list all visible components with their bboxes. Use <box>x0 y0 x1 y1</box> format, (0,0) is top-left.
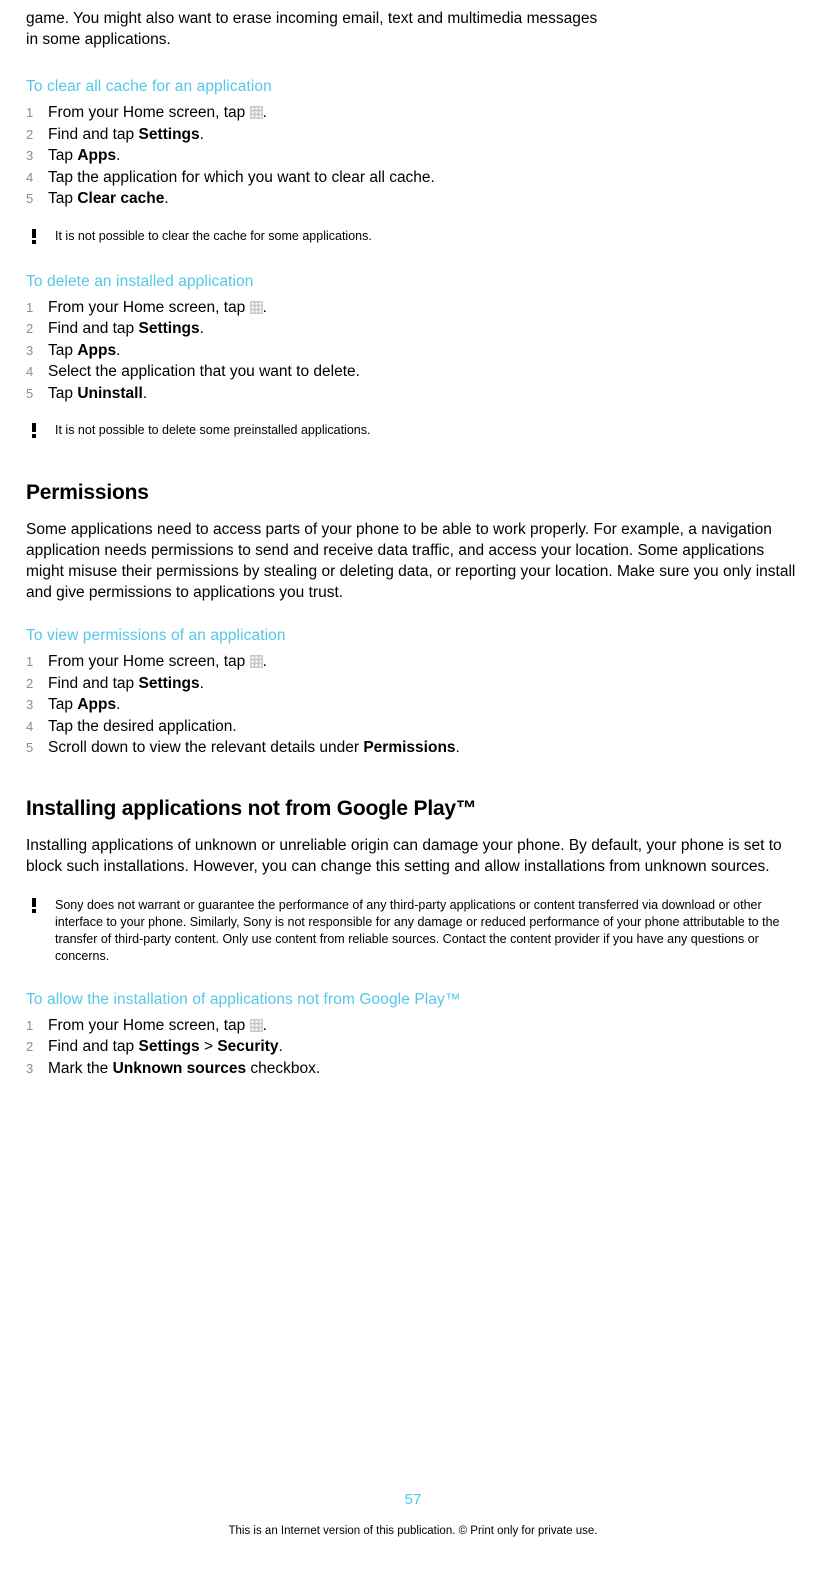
ui-label: Clear cache <box>77 190 165 207</box>
step-text: Find and tap Settings > Security. <box>48 1038 283 1055</box>
list-item: 1 From your Home screen, tap . <box>26 297 800 319</box>
list-item: 2 Find and tap Settings. <box>26 124 800 146</box>
task-heading-view-permissions: To view permissions of an application <box>26 627 286 644</box>
step-number: 5 <box>26 740 34 755</box>
step-text: From your Home screen, tap . <box>48 298 267 316</box>
apps-grid-icon <box>249 653 263 668</box>
list-item: 5 Tap Uninstall. <box>26 383 800 405</box>
steps-delete-app: 1 From your Home screen, tap . 2 Find and … <box>26 297 800 405</box>
apps-grid-icon <box>249 1017 263 1032</box>
list-item: 5 Scroll down to view the relevant detail… <box>26 737 800 759</box>
step-text: Tap Uninstall. <box>48 384 148 402</box>
ui-label: Permissions <box>363 739 456 756</box>
step-text: Find and tap Settings. <box>48 320 204 337</box>
note-delete-app: It is not possible to delete some preins… <box>26 422 800 439</box>
step-number: 3 <box>26 697 34 712</box>
ui-label: Settings <box>138 1038 200 1055</box>
ui-label: Apps <box>77 696 117 713</box>
intro-line-1: game. You might also want to erase incom… <box>26 10 598 27</box>
ui-label: Settings <box>138 125 200 143</box>
step-text: Tap Clear cache. <box>48 190 169 207</box>
step-text: Tap Apps. <box>48 696 121 713</box>
separator: > <box>203 1038 214 1055</box>
ui-label: Settings <box>138 674 200 692</box>
document-page: game. You might also want to erase incom… <box>0 0 826 1590</box>
step-text: Tap Apps. <box>48 341 121 359</box>
step-text: Select the application that you want to … <box>48 363 360 380</box>
ui-label: Settings <box>138 320 200 337</box>
exclamation-icon <box>28 228 40 244</box>
ui-label: Apps <box>77 341 117 359</box>
step-text: Find and tap Settings. <box>48 674 204 692</box>
ui-label: Uninstall <box>77 384 143 402</box>
step-number: 4 <box>26 364 34 379</box>
list-item: 4 Tap the desired application. <box>26 716 800 738</box>
step-number: 2 <box>26 126 34 142</box>
page-title-permissions: Permissions <box>26 481 149 504</box>
step-number: 3 <box>26 342 34 358</box>
ui-label: Apps <box>77 147 117 164</box>
step-text: Mark the Unknown sources checkbox. <box>48 1059 321 1077</box>
list-item: 4 Tap the application for which you want … <box>26 167 800 189</box>
list-item: 5 Tap Clear cache. <box>26 188 800 210</box>
list-item: 1 From your Home screen, tap . <box>26 651 800 673</box>
step-text: Tap Apps. <box>48 147 121 164</box>
step-text: Scroll down to view the relevant details… <box>48 739 460 756</box>
note-text: It is not possible to clear the cache fo… <box>55 228 372 243</box>
apps-grid-icon <box>249 104 263 119</box>
list-item: 4 Select the application that you want to… <box>26 361 800 383</box>
step-text: Find and tap Settings. <box>48 125 204 143</box>
steps-clear-cache: 1 From your Home screen, tap . 2 Find and … <box>26 102 800 210</box>
note-clear-cache: It is not possible to clear the cache fo… <box>26 228 800 245</box>
list-item: 2 Find and tap Settings > Security. <box>26 1036 800 1058</box>
list-item: 2 Find and tap Settings. <box>26 673 800 695</box>
task-heading-delete-app: To delete an installed application <box>26 272 254 290</box>
step-text: From your Home screen, tap . <box>48 104 267 121</box>
step-number: 4 <box>26 169 34 185</box>
list-item: 3 Tap Apps. <box>26 145 800 167</box>
page-number: 57 <box>404 1491 422 1508</box>
intro-paragraph: game. You might also want to erase incom… <box>26 8 800 50</box>
apps-grid-icon <box>249 299 263 314</box>
step-text: From your Home screen, tap . <box>48 1016 267 1034</box>
installing-body: Installing applications of unknown or un… <box>26 836 782 875</box>
step-text: Tap the desired application. <box>48 717 237 735</box>
step-number: 3 <box>26 148 34 163</box>
step-number: 2 <box>26 1039 34 1054</box>
ui-label: Security <box>217 1038 279 1055</box>
step-number: 2 <box>26 675 34 691</box>
exclamation-icon <box>28 423 40 438</box>
step-number: 1 <box>26 1017 34 1033</box>
step-text: Tap the application for which you want t… <box>48 168 435 186</box>
note-sony-disclaimer: Sony does not warrant or guarantee the p… <box>26 897 800 965</box>
step-number: 5 <box>26 191 34 206</box>
task-heading-clear-cache: To clear all cache for an application <box>26 78 272 95</box>
step-number: 4 <box>26 718 34 734</box>
list-item: 3 Mark the Unknown sources checkbox. <box>26 1058 800 1080</box>
step-number: 1 <box>26 654 34 669</box>
list-item: 3 Tap Apps. <box>26 694 800 716</box>
permissions-body: Some applications need to access parts o… <box>26 521 796 601</box>
list-item: 3 Tap Apps. <box>26 340 800 362</box>
footer-disclaimer: This is an Internet version of this publ… <box>228 1525 598 1537</box>
list-item: 1 From your Home screen, tap . <box>26 102 800 124</box>
steps-view-permissions: 1 From your Home screen, tap . 2 Find and … <box>26 651 800 759</box>
ui-label: Unknown sources <box>112 1059 247 1077</box>
step-number: 1 <box>26 105 34 120</box>
note-text: It is not possible to delete some preins… <box>55 423 371 437</box>
page-title-installing-apps: Installing applications not from Google … <box>26 796 477 820</box>
step-number: 5 <box>26 385 34 401</box>
step-text: From your Home screen, tap . <box>48 653 267 670</box>
note-text: Sony does not warrant or guarantee the p… <box>55 897 780 963</box>
exclamation-icon <box>28 897 40 913</box>
intro-line-2: in some applications. <box>26 31 171 48</box>
list-item: 1 From your Home screen, tap . <box>26 1015 800 1037</box>
step-number: 3 <box>26 1060 34 1076</box>
steps-allow-install: 1 From your Home screen, tap . 2 Find and … <box>26 1015 800 1080</box>
step-number: 2 <box>26 321 34 336</box>
task-heading-allow-install: To allow the installation of application… <box>26 990 461 1008</box>
list-item: 2 Find and tap Settings. <box>26 318 800 340</box>
step-number: 1 <box>26 299 34 315</box>
